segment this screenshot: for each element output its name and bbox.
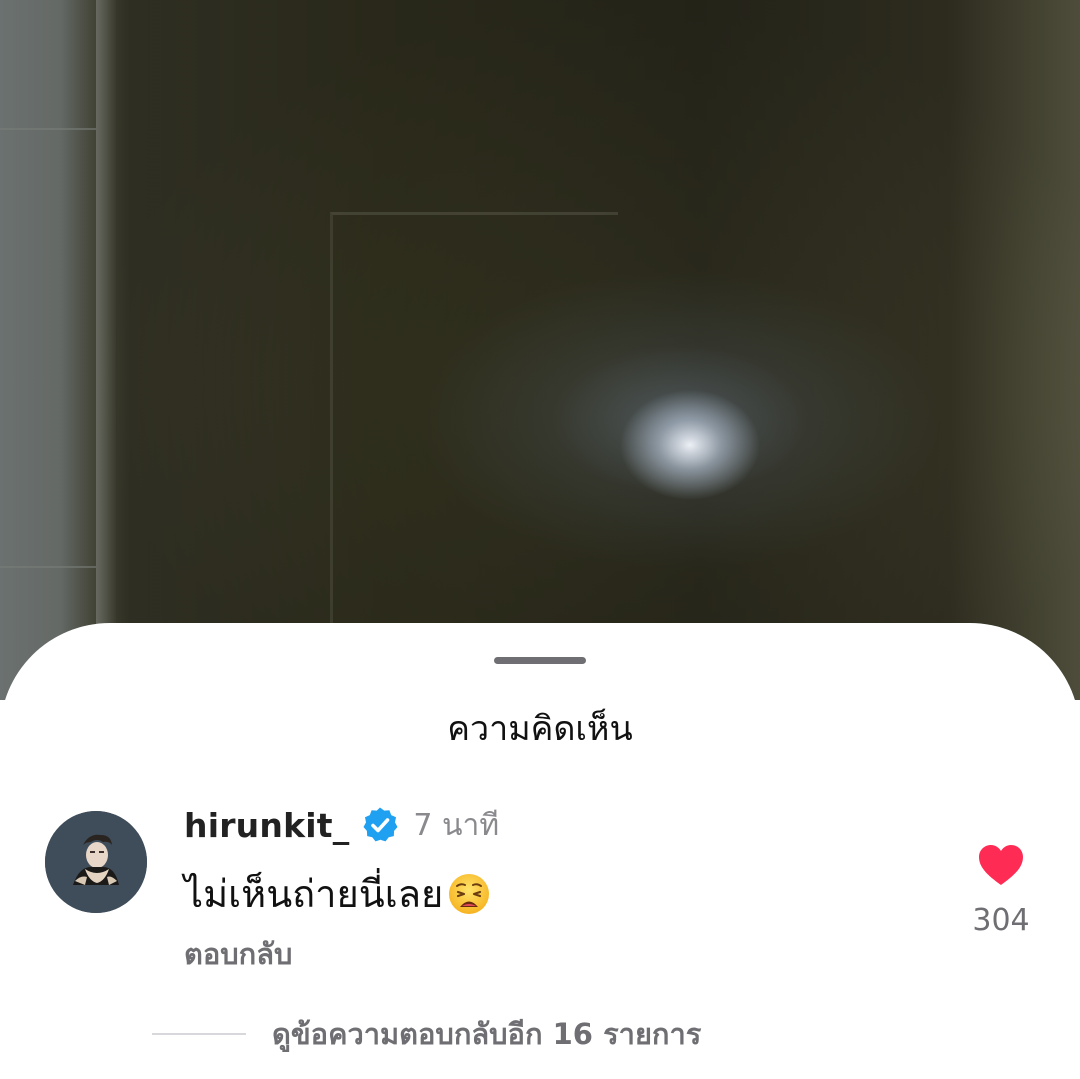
weary-face-emoji-icon — [447, 872, 491, 916]
photo-door-frame — [330, 212, 618, 635]
sheet-title: ความคิดเห็น — [447, 709, 633, 749]
view-replies-label: ดูข้อความตอบกลับอีก 16 รายการ — [272, 1017, 702, 1051]
photo-tile-line — [0, 128, 96, 130]
avatar[interactable] — [45, 811, 147, 913]
comment-timestamp: 7 นาที — [413, 807, 500, 843]
comment-body: ไม่เห็นถ่ายนี่เลย — [184, 863, 491, 924]
comment-text: ไม่เห็นถ่ายนี่เลย — [184, 872, 444, 916]
view-replies-button[interactable]: ดูข้อความตอบกลับอีก 16 รายการ — [152, 1011, 701, 1057]
divider-line — [152, 1033, 246, 1035]
verified-badge-icon — [361, 806, 399, 844]
photo-tile-line — [0, 566, 96, 568]
comments-sheet: ความคิดเห็น hirunkit_ 7 นาที ไม่เห็นถ่าย… — [0, 623, 1080, 1079]
app-screen: ความคิดเห็น hirunkit_ 7 นาที ไม่เห็นถ่าย… — [0, 0, 1080, 1079]
comment-username[interactable]: hirunkit_ — [184, 806, 349, 845]
comment-header: hirunkit_ 7 นาที — [184, 803, 499, 847]
photo-wall-edge — [96, 0, 116, 640]
background-photo[interactable] — [0, 0, 1080, 700]
like-button[interactable]: 304 — [960, 843, 1042, 938]
sheet-drag-handle[interactable] — [494, 657, 586, 664]
avatar-portrait — [45, 811, 147, 913]
heart-icon[interactable] — [977, 843, 1025, 887]
reply-button[interactable]: ตอบกลับ — [184, 931, 292, 977]
like-count: 304 — [972, 903, 1030, 938]
